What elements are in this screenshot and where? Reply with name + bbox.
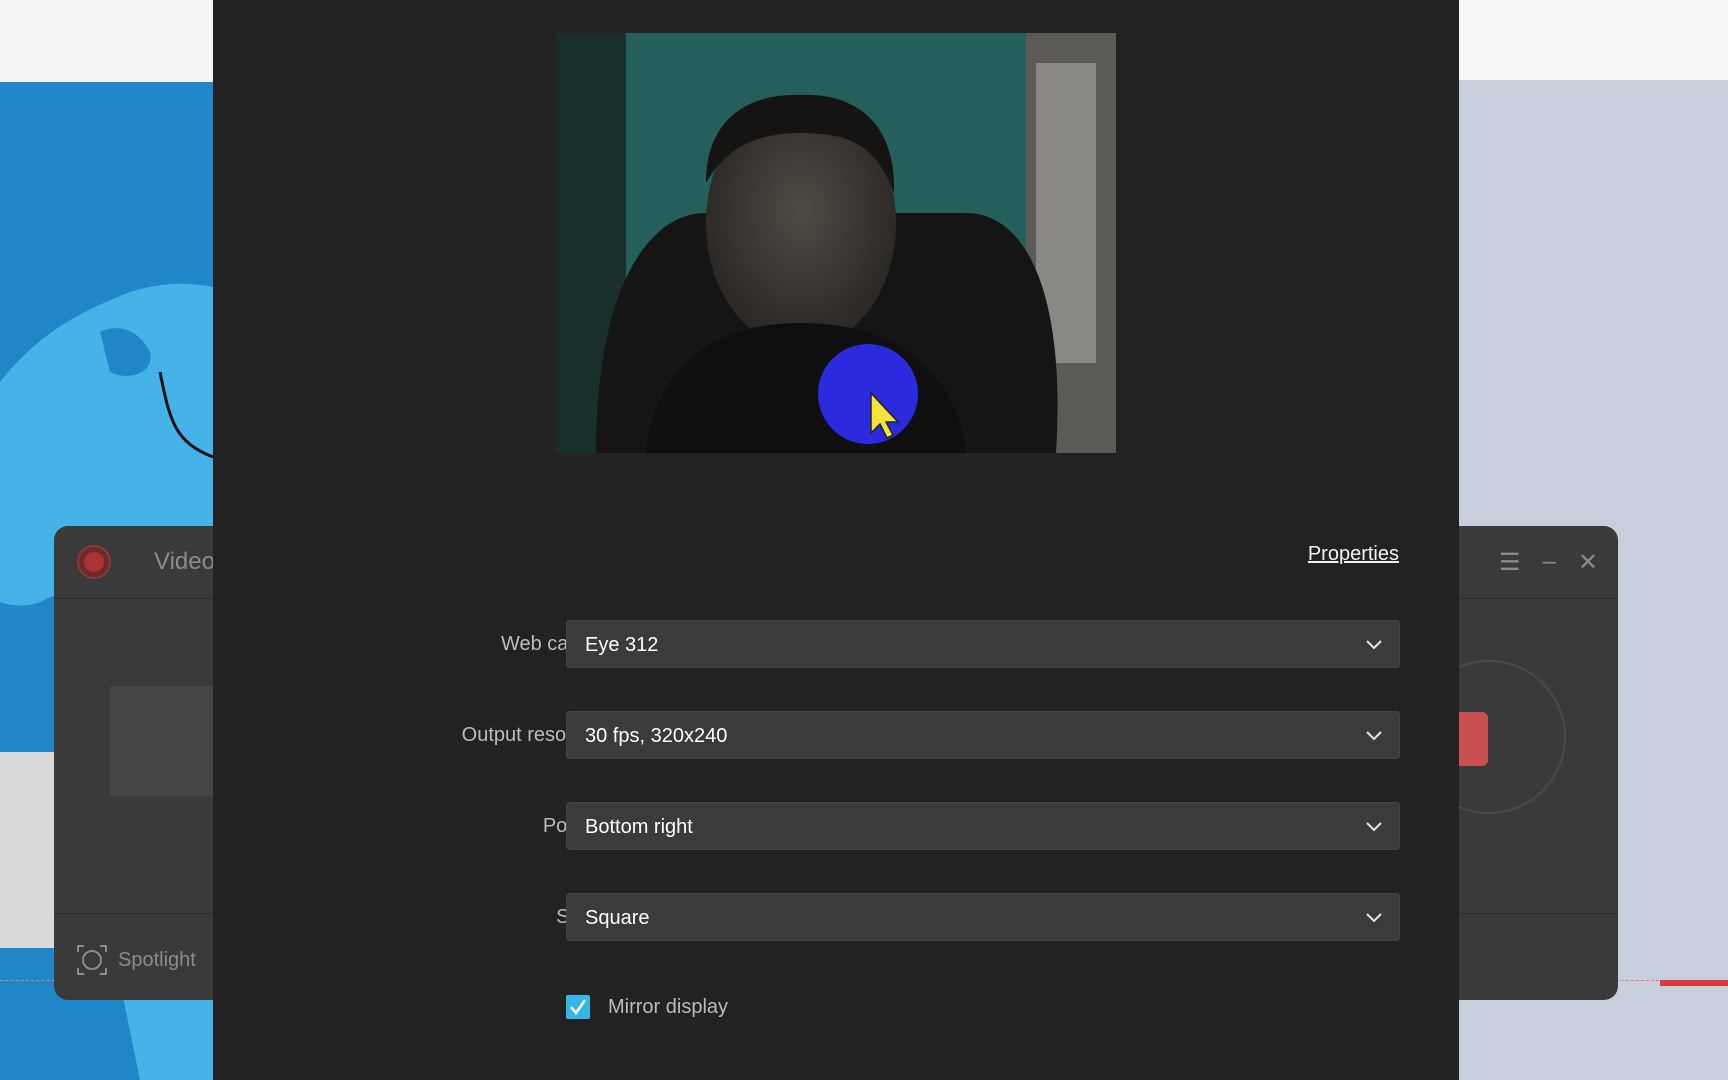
chevron-down-icon xyxy=(1366,731,1382,741)
background-app-header xyxy=(0,0,213,82)
recorder-title: Video xyxy=(154,548,215,575)
output-resolution-select[interactable]: 30 fps, 320x240 xyxy=(566,711,1400,759)
webcam-preview xyxy=(556,33,1116,453)
output-resolution-value: 30 fps, 320x240 xyxy=(585,725,728,747)
shape-row: Shape Square xyxy=(213,893,1459,941)
webcam-settings-dialog: Properties Web camera Eye 312 Output res… xyxy=(213,0,1459,1080)
spotlight-label: Spotlight xyxy=(118,948,196,971)
output-resolution-row: Output resolution 30 fps, 320x240 xyxy=(213,711,1459,759)
spotlight-toggle[interactable]: Spotlight xyxy=(76,944,196,976)
position-value: Bottom right xyxy=(585,816,693,838)
position-row: Position Bottom right xyxy=(213,802,1459,850)
mirror-display-checkbox[interactable] xyxy=(566,995,590,1019)
close-icon[interactable]: ✕ xyxy=(1578,548,1598,577)
web-camera-select[interactable]: Eye 312 xyxy=(566,620,1400,668)
chevron-down-icon xyxy=(1366,640,1382,650)
position-select[interactable]: Bottom right xyxy=(566,802,1400,850)
background-app-header-right xyxy=(1459,0,1728,80)
checkmark-icon xyxy=(570,999,587,1016)
shape-value: Square xyxy=(585,907,650,929)
properties-link[interactable]: Properties xyxy=(1308,543,1399,566)
cursor-highlight xyxy=(818,344,918,444)
mirror-display-label: Mirror display xyxy=(608,995,729,1018)
minimize-icon[interactable]: – xyxy=(1543,548,1556,577)
timeline-marker-left xyxy=(0,980,60,981)
chevron-down-icon xyxy=(1366,822,1382,832)
menu-icon[interactable]: ☰ xyxy=(1499,548,1521,577)
shape-select[interactable]: Square xyxy=(566,893,1400,941)
recorder-area-preview xyxy=(110,686,230,796)
window-controls: ☰ – ✕ xyxy=(1499,548,1598,577)
background-thumbnail xyxy=(0,752,54,948)
recorder-logo-icon xyxy=(77,545,111,579)
mirror-display-option[interactable]: Mirror display xyxy=(566,995,728,1019)
spotlight-icon xyxy=(77,945,107,975)
web-camera-row: Web camera Eye 312 xyxy=(213,620,1459,668)
web-camera-value: Eye 312 xyxy=(585,634,659,656)
timeline-progress xyxy=(1660,980,1728,986)
chevron-down-icon xyxy=(1366,913,1382,923)
